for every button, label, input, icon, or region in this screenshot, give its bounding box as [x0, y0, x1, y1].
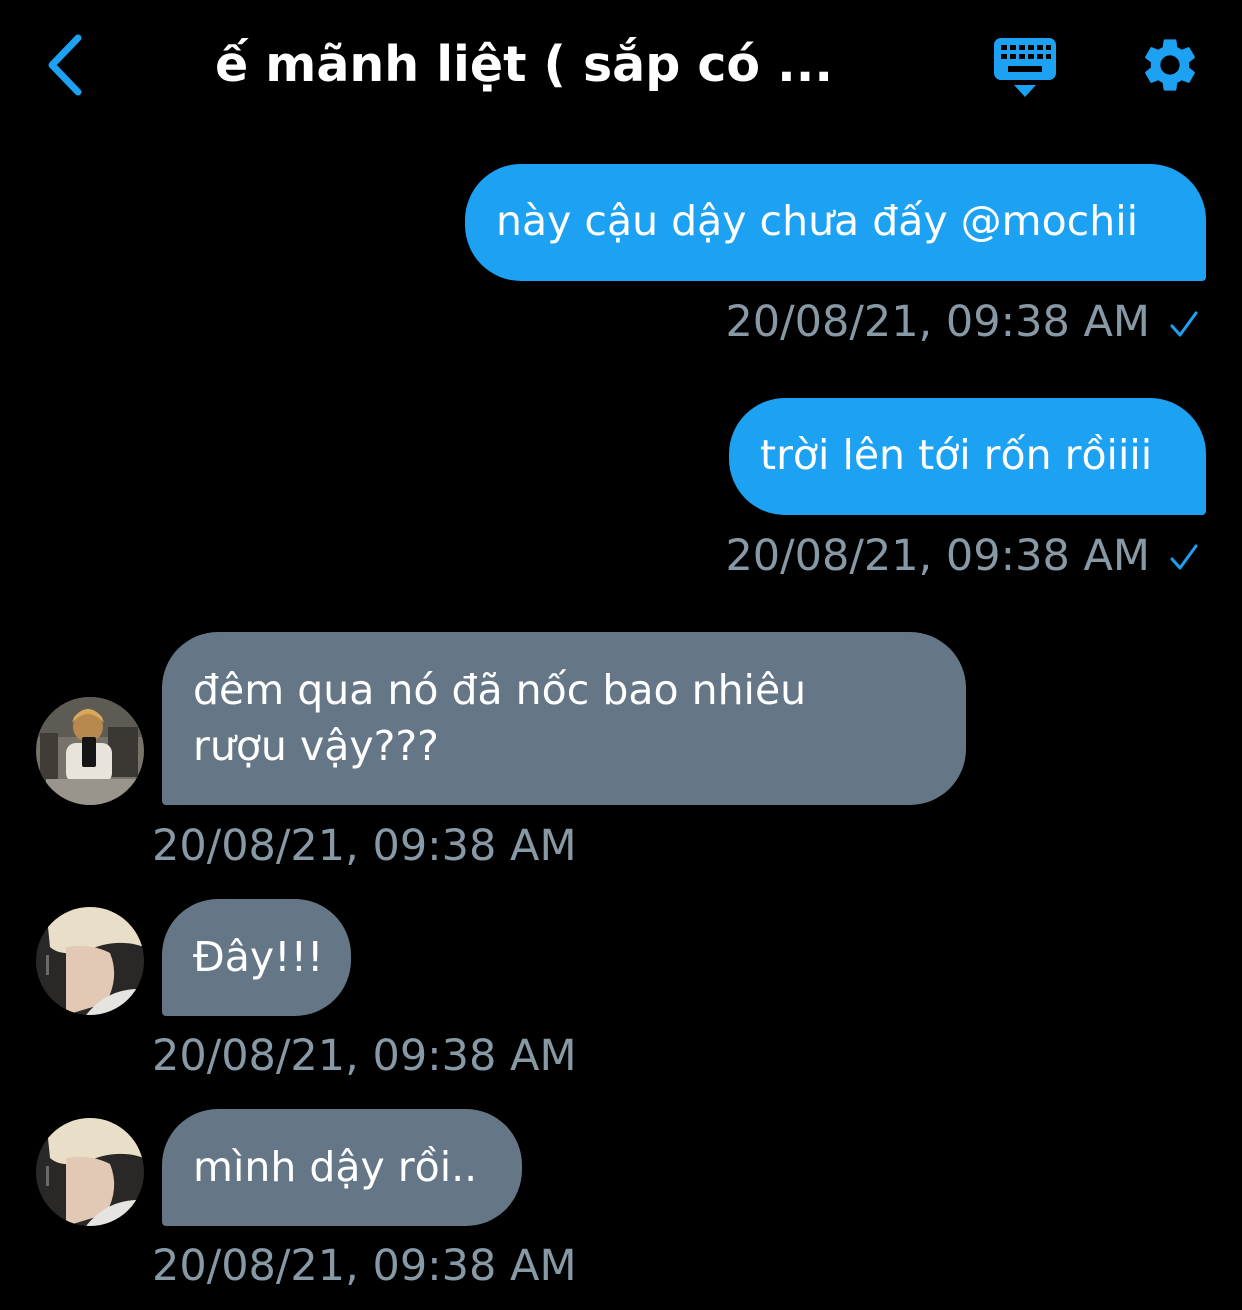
avatar[interactable]: [36, 697, 144, 805]
outgoing-message-bubble[interactable]: này cậu dậy chưa đấy @mochii: [465, 164, 1206, 281]
incoming-message-bubble[interactable]: đêm qua nó đã nốc bao nhiêu rượu vậy???: [162, 632, 966, 805]
message-timestamp: 20/08/21, 09:38 AM: [152, 821, 577, 871]
message-timestamp: 20/08/21, 09:38 AM: [152, 1031, 577, 1081]
avatar[interactable]: [36, 1118, 144, 1226]
message-text: trời lên tới rốn rồiiii: [760, 431, 1153, 479]
message-text: này cậu dậy chưa đấy @mochii: [496, 197, 1138, 245]
outgoing-message-bubble[interactable]: trời lên tới rốn rồiiii: [729, 398, 1206, 515]
avatar-photo: [36, 907, 144, 1015]
message-timestamp: 20/08/21, 09:38 AM: [152, 1241, 577, 1291]
keyboard-toggle-button[interactable]: [992, 36, 1060, 100]
message-timestamp: 20/08/21, 09:38 AM: [725, 531, 1150, 581]
chevron-left-icon: [48, 34, 82, 96]
settings-button[interactable]: [1138, 33, 1202, 97]
incoming-message-bubble[interactable]: mình dậy rồi..: [162, 1109, 522, 1226]
message-text: mình dậy rồi..: [193, 1143, 478, 1191]
check-icon: [1170, 544, 1198, 570]
back-button[interactable]: [40, 30, 100, 100]
message-text: Đây!!!: [193, 933, 324, 981]
avatar-photo: [36, 697, 144, 805]
avatar[interactable]: [36, 907, 144, 1015]
message-text: đêm qua nó đã nốc bao nhiêu rượu vậy???: [193, 666, 807, 770]
avatar-photo: [36, 1118, 144, 1226]
conversation-header: ế mãnh liệt ( sắp có ...: [0, 0, 1242, 135]
gear-icon: [1145, 39, 1195, 91]
conversation-title[interactable]: ế mãnh liệt ( sắp có ...: [215, 34, 835, 96]
message-timestamp: 20/08/21, 09:38 AM: [725, 297, 1150, 347]
check-icon: [1170, 311, 1198, 337]
incoming-message-bubble[interactable]: Đây!!!: [162, 899, 351, 1016]
keyboard-icon: [994, 38, 1056, 97]
